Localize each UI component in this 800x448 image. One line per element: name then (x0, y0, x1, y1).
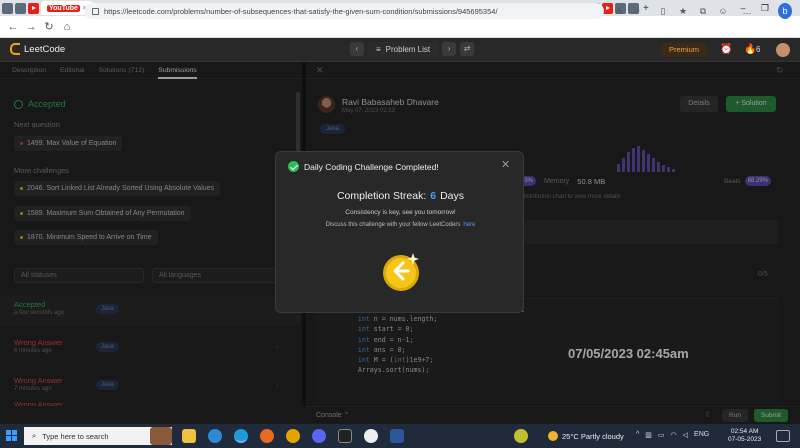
bing-icon[interactable]: b (778, 3, 792, 19)
clock-time: 02:54 AM (730, 428, 759, 435)
weather-widget[interactable]: 25°C Partly cloudy (548, 431, 624, 441)
word-icon[interactable] (390, 429, 404, 443)
chrome-icon[interactable] (286, 429, 300, 443)
daily-challenge-modal: Daily Coding Challenge Completed! ✕ Comp… (275, 151, 524, 313)
consistency-message: Consistency is key, see you tomorrow! (345, 209, 456, 216)
split-screen-icon[interactable]: ▯ (656, 3, 670, 19)
firefox-icon[interactable] (260, 429, 274, 443)
user-avatar[interactable] (776, 43, 790, 57)
streak-count: 6 (756, 45, 761, 54)
streak-prefix: Completion Streak: (336, 190, 427, 202)
timer-icon[interactable]: ⏰ (720, 44, 732, 55)
streak-suffix: Days (440, 190, 465, 202)
streak-number: 6 (430, 190, 437, 202)
logo-text: LeetCode (24, 43, 66, 55)
discuss-text: Discuss this challenge with your fellow … (325, 222, 461, 228)
language-indicator[interactable]: ENG (694, 431, 709, 439)
collections-icon[interactable]: ★ (676, 3, 690, 19)
url-text: https://leetcode.com/problems/number-of-… (104, 6, 498, 16)
discord-icon[interactable] (312, 429, 326, 443)
windows-start-icon[interactable] (6, 430, 18, 442)
premium-button[interactable]: Premium (661, 43, 708, 57)
wifi-icon[interactable]: ◠ (671, 431, 677, 439)
tab-icon[interactable] (15, 2, 26, 14)
chevron-up-icon[interactable]: ^ (636, 431, 639, 439)
battery-icon[interactable]: ▭ (658, 431, 665, 439)
forward-icon[interactable]: → (22, 21, 40, 33)
edge-active-icon[interactable] (234, 429, 248, 443)
browser-toolbar: ← → ↻ ⌂ (0, 16, 800, 38)
file-explorer-icon[interactable] (182, 429, 196, 443)
windows-taskbar: ⌕ Type here to search 25°C Partly cloudy… (0, 424, 800, 448)
clock-date: 07-05-2023 (728, 436, 762, 443)
list-icon: ≡ (376, 44, 381, 54)
leetcode-header: LeetCode ‹ ≡ Problem List › ⇄ Premium ⏰ … (0, 38, 800, 62)
success-check-icon (288, 161, 299, 172)
youtube-tab-icon[interactable] (28, 2, 39, 14)
search-icon: ⌕ (32, 431, 37, 440)
tab-icon[interactable] (2, 2, 13, 14)
search-highlight-icon[interactable] (150, 427, 172, 445)
discuss-message: Discuss this challenge with your fellow … (276, 222, 525, 228)
prev-problem-icon[interactable]: ‹ (350, 42, 364, 56)
youtube-logo: YouTube (47, 4, 80, 12)
gold-coin-badge-icon (383, 253, 419, 291)
maximize-icon[interactable]: ❐ (754, 0, 776, 16)
back-icon[interactable]: ← (4, 21, 22, 33)
home-icon[interactable]: ⌂ (58, 21, 76, 33)
volume-icon[interactable]: ◁ (683, 431, 688, 439)
profile-avatar[interactable]: ☺ (716, 3, 730, 19)
people-icon[interactable] (514, 429, 528, 443)
next-problem-icon[interactable]: › (442, 42, 457, 56)
reload-icon[interactable]: ↻ (40, 20, 58, 33)
problem-list-label: Problem List (385, 44, 431, 54)
lock-icon (92, 7, 99, 15)
fire-streak-icon[interactable]: 🔥 (744, 44, 756, 55)
read-aloud-icon[interactable]: A (612, 3, 626, 19)
system-tray: ^ ▥ ▭ ◠ ◁ ENG (636, 431, 709, 439)
leetcode-logo[interactable]: LeetCode (10, 43, 65, 55)
close-icon[interactable]: ✕ (501, 158, 510, 171)
discuss-link[interactable]: here (463, 222, 475, 228)
extensions-icon[interactable]: ⧉ (696, 3, 710, 19)
leetcode-logo-icon (10, 43, 20, 55)
favorite-star-icon[interactable]: ☆ (630, 3, 644, 19)
terminal-icon[interactable] (338, 429, 352, 443)
completion-streak: Completion Streak: 6 Days (276, 190, 525, 202)
shuffle-icon[interactable]: ⇄ (460, 42, 475, 56)
network-icon[interactable]: ▥ (645, 431, 652, 439)
github-icon[interactable] (364, 429, 378, 443)
problem-list-button[interactable]: ≡ Problem List (368, 42, 439, 56)
modal-title: Daily Coding Challenge Completed! (304, 162, 439, 172)
problem-list-nav: ‹ ≡ Problem List › ⇄ (350, 42, 475, 56)
partly-cloudy-icon (548, 431, 558, 441)
address-bar[interactable]: https://leetcode.com/problems/number-of-… (84, 3, 604, 19)
notification-icon[interactable] (776, 430, 790, 442)
more-menu-icon[interactable]: … (740, 3, 754, 19)
search-placeholder: Type here to search (42, 431, 109, 441)
weather-text: 25°C Partly cloudy (562, 431, 624, 441)
edge-icon[interactable] (208, 429, 222, 443)
taskbar-clock[interactable]: 02:54 AM 07-05-2023 (728, 428, 761, 444)
